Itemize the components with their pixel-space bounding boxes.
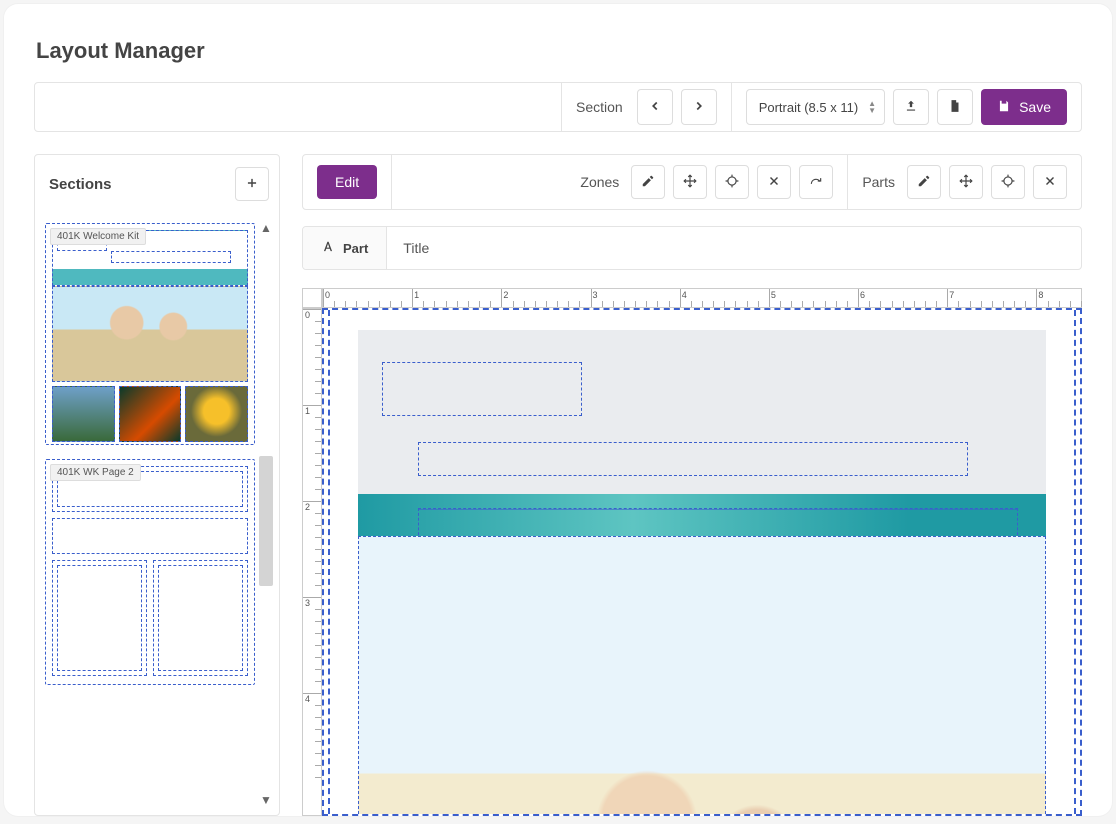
target-icon xyxy=(725,174,739,191)
parts-move-button[interactable] xyxy=(949,165,983,199)
page-size-value: Portrait (8.5 x 11) xyxy=(759,100,858,115)
part-title-field[interactable]: Title xyxy=(387,240,445,256)
section-thumb[interactable]: 401K Welcome Kit xyxy=(45,223,255,445)
parts-target-button[interactable] xyxy=(991,165,1025,199)
canvas[interactable] xyxy=(322,308,1082,816)
move-icon xyxy=(959,174,973,191)
sections-list[interactable]: 401K Welcome Kit 401K WK Page 2 ▲ ▼ xyxy=(35,213,279,815)
ruler-horizontal: 012345678 xyxy=(322,288,1082,308)
part-bar: Part Title xyxy=(302,226,1082,270)
save-icon xyxy=(997,99,1011,116)
parts-delete-button[interactable] xyxy=(1033,165,1067,199)
redo-icon xyxy=(809,174,823,191)
sections-heading: Sections xyxy=(49,176,112,193)
zone-title[interactable] xyxy=(382,362,582,416)
chevron-left-icon xyxy=(648,99,662,116)
chevron-right-icon xyxy=(692,99,706,116)
pencil-icon xyxy=(917,174,931,191)
section-thumb[interactable]: 401K WK Page 2 xyxy=(45,459,255,685)
pencil-icon xyxy=(641,174,655,191)
part-label: Part xyxy=(343,241,368,256)
page[interactable] xyxy=(358,330,1046,816)
file-button[interactable] xyxy=(937,89,973,125)
save-label: Save xyxy=(1019,99,1051,115)
editor-toolstrip: Edit Zones xyxy=(302,154,1082,210)
section-thumb-label: 401K Welcome Kit xyxy=(50,228,146,245)
zones-redo-button[interactable] xyxy=(799,165,833,199)
prev-section-button[interactable] xyxy=(637,89,673,125)
zones-move-button[interactable] xyxy=(673,165,707,199)
canvas-area[interactable]: 012345678 01234 xyxy=(302,288,1082,816)
zones-delete-button[interactable] xyxy=(757,165,791,199)
next-section-button[interactable] xyxy=(681,89,717,125)
file-icon xyxy=(948,99,962,116)
hero-image[interactable] xyxy=(358,536,1046,816)
move-icon xyxy=(683,174,697,191)
sections-panel: Sections 401K Welcome Kit 401K WK Page 2 xyxy=(34,154,280,816)
ruler-vertical: 01234 xyxy=(302,308,322,816)
zone-subtitle[interactable] xyxy=(418,442,968,476)
close-icon xyxy=(1043,174,1057,191)
page-title: Layout Manager xyxy=(36,38,1082,64)
plus-icon xyxy=(245,176,259,193)
parts-label: Parts xyxy=(862,174,895,190)
stepper-icon: ▲▼ xyxy=(868,101,876,114)
section-thumb-label: 401K WK Page 2 xyxy=(50,464,141,481)
scroll-up-icon[interactable]: ▲ xyxy=(260,221,272,235)
zones-target-button[interactable] xyxy=(715,165,749,199)
zones-edit-button[interactable] xyxy=(631,165,665,199)
add-section-button[interactable] xyxy=(235,167,269,201)
target-icon xyxy=(1001,174,1015,191)
scrollbar[interactable]: ▲ ▼ xyxy=(259,221,273,807)
upload-icon xyxy=(904,99,918,116)
font-icon xyxy=(321,240,335,257)
page-size-select[interactable]: Portrait (8.5 x 11) ▲▼ xyxy=(746,89,885,125)
save-button[interactable]: Save xyxy=(981,89,1067,125)
close-icon xyxy=(767,174,781,191)
parts-edit-button[interactable] xyxy=(907,165,941,199)
scroll-down-icon[interactable]: ▼ xyxy=(260,793,272,807)
top-toolbar: Section Portrait (8.5 x 11) ▲▼ xyxy=(34,82,1082,132)
upload-button[interactable] xyxy=(893,89,929,125)
section-label: Section xyxy=(576,99,623,115)
zones-label: Zones xyxy=(580,174,619,190)
edit-button[interactable]: Edit xyxy=(317,165,377,199)
